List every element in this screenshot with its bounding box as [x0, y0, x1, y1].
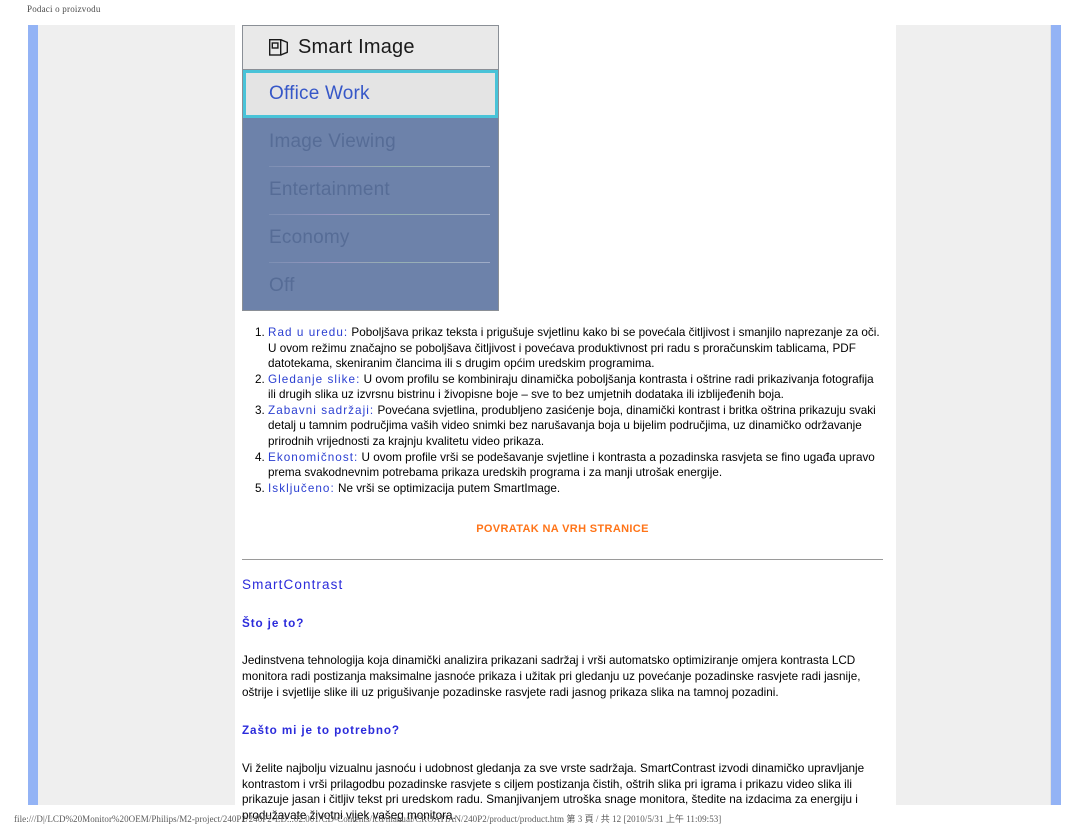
subheading-what-is-it: Što je to? [242, 616, 305, 630]
osd-item-economy[interactable]: Economy [243, 214, 498, 262]
mode-name: Isključeno: [268, 481, 335, 495]
page-canvas: Smart Image Office Work Image Viewing En… [38, 25, 1051, 822]
mode-name: Ekonomičnost: [268, 450, 359, 464]
paragraph-what-is-it: Jedinstvena tehnologija koja dinamički a… [242, 654, 861, 700]
osd-title-bar: Smart Image [243, 26, 498, 70]
smart-image-mode-list: Rad u uredu: Poboljšava prikaz teksta i … [242, 325, 883, 496]
browser-status-bar: file:///D|/LCD%20Monitor%20OEM/Philips/M… [14, 814, 722, 824]
mode-description: U ovom profile vrši se podešavanje svjet… [268, 450, 875, 480]
osd-item-label: Office Work [269, 83, 370, 104]
left-blue-rail [28, 25, 38, 805]
content-column: Smart Image Office Work Image Viewing En… [235, 25, 896, 822]
list-item: Zabavni sadržaji: Povećana svjetlina, pr… [268, 403, 883, 450]
osd-item-label: Economy [269, 227, 350, 248]
smart-image-osd: Smart Image Office Work Image Viewing En… [242, 25, 499, 311]
list-item: Isključeno: Ne vrši se optimizacija pute… [268, 481, 883, 497]
section-divider [242, 558, 883, 560]
osd-item-entertainment[interactable]: Entertainment [243, 166, 498, 214]
list-item: Ekonomičnost: U ovom profile vrši se pod… [268, 450, 883, 481]
back-to-top-link[interactable]: POVRATAK NA VRH STRANICE [476, 523, 649, 535]
smart-image-icon [269, 39, 288, 56]
osd-title-label: Smart Image [298, 36, 415, 58]
osd-item-office-work[interactable]: Office Work [243, 70, 498, 118]
osd-item-label: Entertainment [269, 179, 390, 200]
right-blue-rail [1051, 25, 1061, 805]
page-title: Podaci o proizvodu [27, 4, 101, 14]
osd-item-list: Image Viewing Entertainment Economy Off [243, 118, 498, 310]
back-to-top-container: POVRATAK NA VRH STRANICE [242, 521, 883, 537]
osd-item-label: Off [269, 275, 295, 296]
osd-item-label: Image Viewing [269, 131, 396, 152]
list-item: Gledanje slike: U ovom profilu se kombin… [268, 372, 883, 403]
osd-item-off[interactable]: Off [243, 262, 498, 310]
section-title-smartcontrast: SmartContrast [242, 576, 344, 592]
subheading-why-need-it: Zašto mi je to potrebno? [242, 724, 400, 738]
document-frame: Smart Image Office Work Image Viewing En… [28, 25, 1061, 822]
mode-name: Gledanje slike: [268, 372, 361, 386]
mode-description: Ne vrši se optimizacija putem SmartImage… [334, 481, 561, 495]
mode-name: Zabavni sadržaji: [268, 403, 375, 417]
list-item: Rad u uredu: Poboljšava prikaz teksta i … [268, 325, 883, 372]
mode-description: Poboljšava prikaz teksta i prigušuje svj… [268, 326, 880, 371]
osd-item-image-viewing[interactable]: Image Viewing [243, 118, 498, 166]
mode-name: Rad u uredu: [268, 326, 349, 339]
article-body: Rad u uredu: Poboljšava prikaz teksta i … [242, 325, 883, 824]
